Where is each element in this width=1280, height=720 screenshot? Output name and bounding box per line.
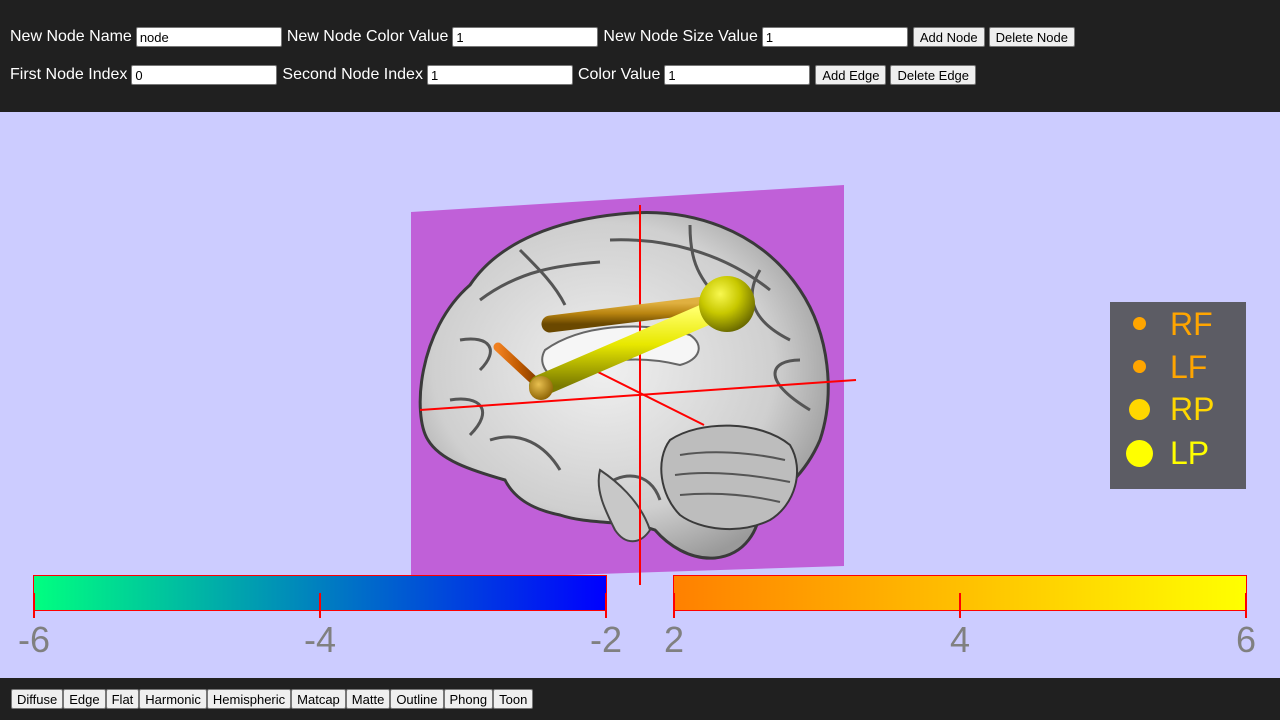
shader-toon-button[interactable]: Toon (493, 689, 534, 709)
shader-harmonic-button[interactable]: Harmonic (139, 689, 207, 709)
delete-edge-button[interactable]: Delete Edge (890, 65, 977, 85)
edge-color-label: Color Value (577, 66, 661, 83)
edge-controls-row: First Node Index Second Node Index Color… (10, 63, 980, 87)
legend-dot-icon (1133, 360, 1146, 373)
colorbar-tick-label: 4 (949, 619, 971, 660)
shader-toolbar: Diffuse Edge Flat Harmonic Hemispheric M… (0, 678, 1280, 720)
node-color-label: New Node Color Value (286, 28, 449, 45)
node-size-label: New Node Size Value (603, 28, 758, 45)
node-color-input[interactable] (452, 27, 599, 47)
node-rp (699, 276, 755, 332)
node-name-label: New Node Name (10, 28, 132, 45)
node-name-input[interactable] (135, 27, 282, 47)
shader-hemispheric-button[interactable]: Hemispheric (206, 689, 292, 709)
legend-item: RP (1110, 389, 1246, 429)
node-legend: RF LF RP LP (1110, 302, 1246, 489)
colorbar-tick-label: -2 (589, 619, 623, 660)
shader-button-group: Diffuse Edge Flat Harmonic Hemispheric M… (11, 689, 534, 709)
node-size-input[interactable] (761, 27, 908, 47)
edge-color-input[interactable] (664, 65, 811, 85)
shader-matte-button[interactable]: Matte (345, 689, 391, 709)
colorbar-tick (959, 593, 961, 618)
legend-dot-icon (1129, 399, 1150, 420)
colorbar-tick-label: 6 (1235, 619, 1257, 660)
colorbar-tick-label: -4 (303, 619, 337, 660)
colorbar-tick-label: -6 (17, 619, 51, 660)
first-node-index-input[interactable] (131, 65, 278, 85)
legend-item: LF (1110, 347, 1246, 387)
shader-diffuse-button[interactable]: Diffuse (11, 689, 64, 709)
node-lp (529, 376, 553, 400)
legend-label: RP (1170, 391, 1215, 427)
colorbar-tick (673, 593, 675, 618)
add-node-button[interactable]: Add Node (912, 27, 985, 47)
shader-edge-button[interactable]: Edge (63, 689, 106, 709)
legend-label: LP (1170, 435, 1210, 471)
shader-phong-button[interactable]: Phong (443, 689, 494, 709)
top-toolbar: New Node Name New Node Color Value New N… (0, 0, 1280, 112)
legend-dot-icon (1133, 317, 1146, 330)
second-node-index-label: Second Node Index (282, 66, 423, 83)
first-node-index-label: First Node Index (10, 66, 128, 83)
add-edge-button[interactable]: Add Edge (815, 65, 887, 85)
colorbar-tick (605, 593, 607, 618)
legend-label: LF (1170, 349, 1208, 385)
colorbar-tick (319, 593, 321, 618)
legend-dot-icon (1126, 440, 1153, 467)
shader-flat-button[interactable]: Flat (105, 689, 140, 709)
shader-outline-button[interactable]: Outline (390, 689, 444, 709)
legend-item: LP (1110, 433, 1246, 473)
shader-matcap-button[interactable]: Matcap (291, 689, 346, 709)
colorbar-tick (33, 593, 35, 618)
legend-item: RF (1110, 304, 1246, 344)
legend-label: RF (1170, 306, 1213, 342)
delete-node-button[interactable]: Delete Node (988, 27, 1075, 47)
colorbar-tick (1245, 593, 1247, 618)
node-controls-row: New Node Name New Node Color Value New N… (10, 25, 1079, 49)
colorbar-tick-label: 2 (663, 619, 685, 660)
second-node-index-input[interactable] (426, 65, 573, 85)
